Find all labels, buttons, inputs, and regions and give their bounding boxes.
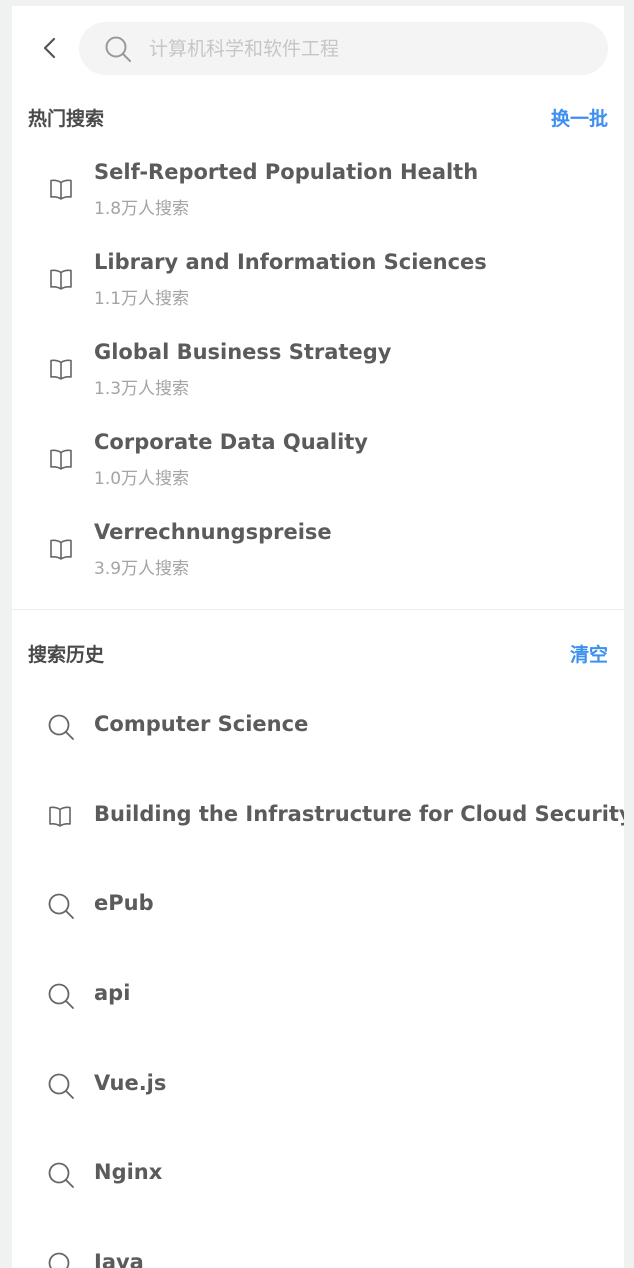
hot-search-item-count: 1.8万人搜索	[94, 199, 190, 219]
search-icon	[47, 982, 75, 1010]
history-item-label: ePub	[94, 891, 154, 916]
search-input[interactable]	[147, 27, 591, 70]
refresh-batch-button[interactable]: 换一批	[551, 104, 608, 131]
search-icon	[103, 34, 133, 64]
back-button[interactable]	[34, 30, 64, 66]
search-page: 热门搜索 换一批 Self-Reported Population Health…	[12, 6, 624, 1268]
history-item[interactable]: api	[12, 951, 624, 1041]
history-item[interactable]: Building the Infrastructure for Cloud Se…	[12, 772, 624, 862]
search-icon	[47, 1072, 75, 1100]
history-item-label: api	[94, 981, 131, 1006]
history-item[interactable]: ePub	[12, 861, 624, 951]
book-icon	[48, 356, 74, 382]
search-box[interactable]	[79, 22, 608, 75]
hot-search-item[interactable]: Library and Information Sciences 1.1万人搜索	[12, 244, 624, 334]
history-item[interactable]: Nginx	[12, 1130, 624, 1220]
top-bar	[12, 6, 624, 90]
search-history-list: Computer Science Building the Infrastruct…	[12, 682, 624, 1268]
hot-search-item-title: Library and Information Sciences	[94, 250, 487, 274]
hot-search-item-count: 1.3万人搜索	[94, 379, 190, 399]
hot-search-item-title: Global Business Strategy	[94, 340, 392, 364]
book-icon	[48, 446, 74, 472]
book-icon	[48, 536, 74, 562]
history-item-label: Vue.js	[94, 1070, 167, 1095]
hot-search-item[interactable]: Self-Reported Population Health 1.8万人搜索	[12, 154, 624, 244]
search-icon	[47, 713, 75, 741]
hot-search-item-count: 3.9万人搜索	[94, 559, 190, 579]
history-item-label: Java	[94, 1250, 144, 1268]
book-icon	[48, 176, 74, 202]
history-item-label: Computer Science	[94, 712, 309, 736]
section-divider	[12, 609, 624, 610]
clear-history-button[interactable]: 清空	[570, 640, 608, 667]
history-item[interactable]: Java	[12, 1220, 624, 1268]
hot-search-item[interactable]: Verrechnungspreise 3.9万人搜索	[12, 514, 624, 604]
history-item[interactable]: Vue.js	[12, 1041, 624, 1131]
hot-search-item[interactable]: Global Business Strategy 1.3万人搜索	[12, 334, 624, 424]
hot-search-item-count: 1.0万人搜索	[94, 469, 190, 489]
hot-search-list: Self-Reported Population Health 1.8万人搜索 Li…	[12, 154, 624, 604]
book-icon	[48, 266, 74, 292]
hot-search-title: 热门搜索	[28, 107, 105, 130]
chevron-left-icon	[41, 36, 57, 60]
book-icon	[47, 803, 75, 831]
hot-search-item-count: 1.1万人搜索	[94, 289, 190, 309]
hot-search-item-title: Corporate Data Quality	[94, 430, 368, 454]
history-item-label: Nginx	[94, 1160, 163, 1185]
search-icon	[47, 892, 75, 920]
hot-search-item-title: Verrechnungspreise	[94, 520, 332, 544]
hot-search-header: 热门搜索 换一批	[28, 102, 608, 132]
search-icon	[47, 1161, 75, 1189]
history-item[interactable]: Computer Science	[12, 682, 624, 772]
search-history-header: 搜索历史 清空	[28, 638, 608, 668]
hot-search-item-title: Self-Reported Population Health	[94, 160, 479, 184]
hot-search-item[interactable]: Corporate Data Quality 1.0万人搜索	[12, 424, 624, 514]
search-icon	[47, 1251, 75, 1268]
search-history-title: 搜索历史	[28, 643, 105, 666]
history-item-label: Building the Infrastructure for Cloud Se…	[94, 801, 624, 826]
